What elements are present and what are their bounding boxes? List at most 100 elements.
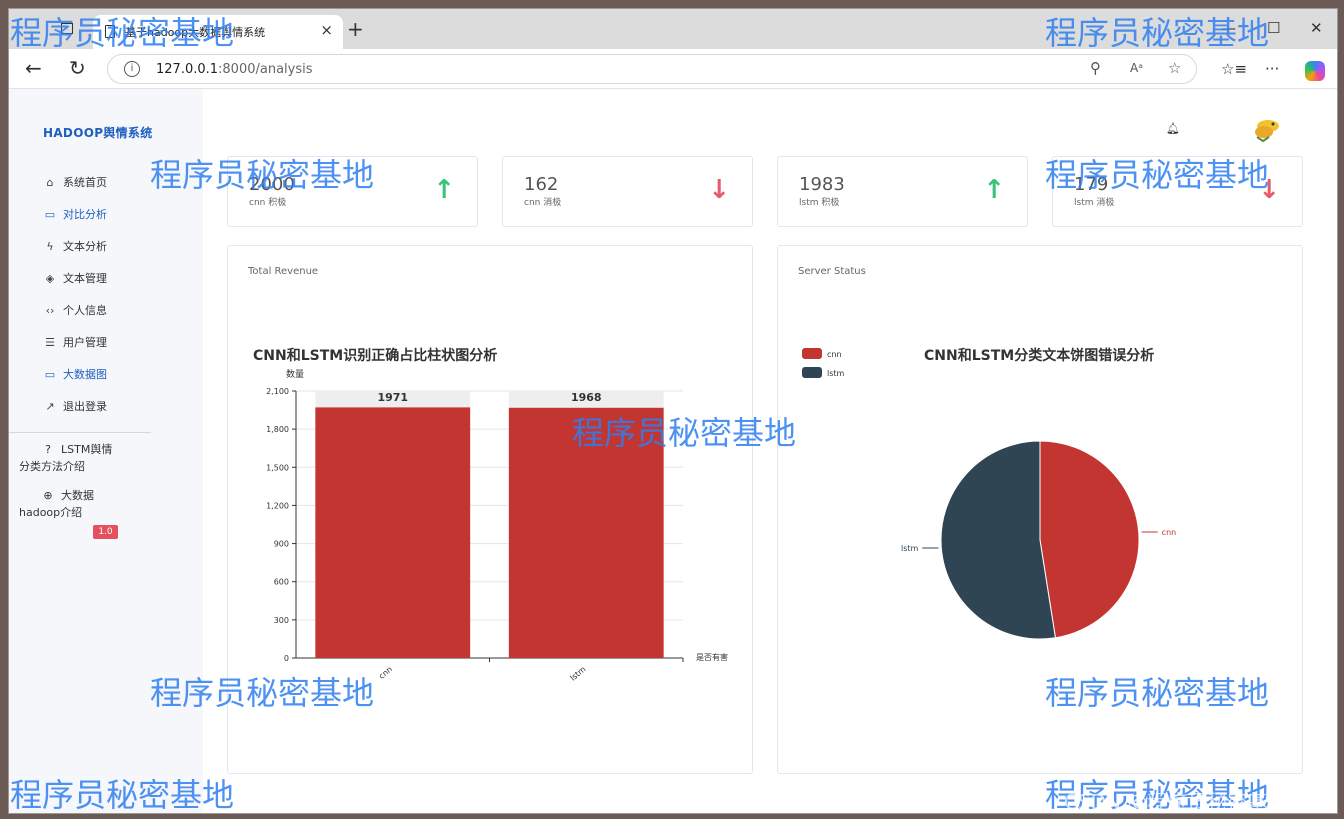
- y-tick-label: 300: [274, 616, 289, 625]
- y-tick-label: 2,100: [266, 387, 289, 396]
- zoom-icon[interactable]: ⚲: [1090, 59, 1101, 77]
- bar-chart: CNN和LSTM识别正确占比柱状图分析数量 0 300 600 900 1,200 1,50…: [253, 347, 728, 683]
- sidebar-item-4[interactable]: ‹› 个人信息: [43, 302, 107, 318]
- favorites-icon[interactable]: ☆≡: [1221, 60, 1247, 78]
- sidebar-item-6[interactable]: ▭ 大数据图: [43, 366, 107, 382]
- x-tick-label: lstm: [568, 665, 587, 683]
- sidebar-item-label: 退出登录: [63, 400, 107, 413]
- help-hadoop[interactable]: ⊕ 大数据 hadoop介绍: [19, 487, 94, 521]
- stat-value: 1983: [799, 174, 845, 195]
- y-tick-label: 1,800: [266, 425, 289, 434]
- url-input[interactable]: i 127.0.0.1:8000/analysis ⚲ Aᵃ ☆: [107, 54, 1197, 84]
- sidebar-item-label: 文本分析: [63, 240, 107, 253]
- bell-icon[interactable]: 🔔︎: [1166, 122, 1180, 135]
- new-tab-button[interactable]: +: [347, 17, 364, 41]
- sidebar: HADOOP舆情系统 ⌂ 系统首页 ▭ 对比分析 ϟ 文本分析 ◈ 文本管理 ‹› 个人信息 ☰ 用户…: [9, 89, 203, 813]
- question-icon: ?: [45, 443, 51, 456]
- bar-chart-panel: Total Revenue CNN和LSTM识别正确占比柱状图分析 数量 0 300 6…: [227, 245, 753, 774]
- y-tick-label: 900: [274, 540, 289, 549]
- browser-window: 基于hadoop大数据舆情系统 × + — ☐ ✕ ← ↻ i 127.0.0.…: [8, 8, 1338, 814]
- url-text: 127.0.0.1:8000/analysis: [156, 62, 313, 77]
- stat-card: 179 lstm 消极 ↓: [1052, 156, 1303, 227]
- sidebar-item-label: 个人信息: [63, 304, 107, 317]
- pie-label: lstm: [901, 544, 919, 553]
- help-lstm[interactable]: ? LSTM舆情 分类方法介绍: [19, 441, 112, 475]
- bar-data-label: 1968: [571, 391, 602, 404]
- arrow-up-icon: ↑: [433, 175, 455, 205]
- sidebar-item-1[interactable]: ▭ 对比分析: [43, 206, 107, 222]
- monitor-icon: ▭: [44, 368, 56, 381]
- bolt-icon: ϟ: [46, 240, 54, 253]
- stat-label: cnn 积极: [249, 198, 287, 208]
- sidebar-item-3[interactable]: ◈ 文本管理: [43, 270, 107, 286]
- read-aloud-icon[interactable]: Aᵃ: [1130, 61, 1143, 75]
- layers-icon: ◈: [45, 272, 55, 285]
- version-badge: 1.0: [93, 525, 118, 539]
- back-icon[interactable]: ←: [25, 56, 42, 80]
- home-icon: ⌂: [46, 176, 54, 189]
- stat-card: 2000 cnn 积极 ↑: [227, 156, 478, 227]
- stat-label: lstm 消极: [1074, 198, 1115, 208]
- pie-chart-panel: Server Status CNN和LSTM分类文本饼图错误分析 cnn lstm c…: [777, 245, 1303, 774]
- chart-title: CNN和LSTM识别正确占比柱状图分析: [253, 347, 497, 364]
- legend-label: lstm: [827, 369, 845, 378]
- brand-logo[interactable]: HADOOP舆情系统: [43, 124, 153, 141]
- code-icon: ‹›: [45, 304, 55, 317]
- favorite-star-icon[interactable]: ☆: [1168, 59, 1181, 77]
- pie-label: cnn: [1162, 528, 1177, 537]
- bar-lstm[interactable]: [508, 407, 664, 658]
- tab-title: 基于hadoop大数据舆情系统: [125, 26, 266, 39]
- x-tick-label: cnn: [377, 665, 394, 681]
- sidebar-divider: [9, 432, 151, 433]
- sidebar-item-2[interactable]: ϟ 文本分析: [43, 238, 107, 254]
- stat-card: 162 cnn 消极 ↓: [502, 156, 753, 227]
- arrow-down-icon: ↓: [708, 175, 730, 205]
- stat-label: lstm 积极: [799, 198, 840, 208]
- copilot-icon[interactable]: [1305, 61, 1325, 81]
- sidebar-item-label: 系统首页: [63, 176, 107, 189]
- x-axis-label: 是否有害: [696, 652, 728, 662]
- stat-value: 2000: [249, 174, 295, 195]
- maximize-icon[interactable]: ☐: [1267, 19, 1280, 37]
- close-window-icon[interactable]: ✕: [1310, 19, 1323, 37]
- stat-value: 179: [1074, 174, 1109, 195]
- pie-chart: CNN和LSTM分类文本饼图错误分析 cnn lstm cnn lstm: [802, 347, 1177, 640]
- reload-icon[interactable]: ↻: [69, 56, 86, 80]
- sidebar-item-5[interactable]: ☰ 用户管理: [43, 334, 107, 350]
- document-icon: [105, 25, 115, 38]
- monitor-icon: ▭: [44, 208, 56, 221]
- list-icon: ☰: [45, 336, 55, 349]
- stat-card: 1983 lstm 积极 ↑: [777, 156, 1028, 227]
- tab-bar: 基于hadoop大数据舆情系统 × + — ☐ ✕: [9, 9, 1337, 49]
- trend-icon: ↗: [45, 400, 55, 413]
- more-icon[interactable]: ···: [1265, 60, 1279, 78]
- csdn-watermark: CSDN @程序员秘密基地: [1064, 790, 1288, 814]
- sidebar-item-0[interactable]: ⌂ 系统首页: [43, 174, 108, 190]
- y-axis-label: 数量: [286, 368, 304, 380]
- site-info-icon[interactable]: i: [124, 61, 140, 77]
- bar-cnn[interactable]: [315, 407, 471, 658]
- arrow-up-icon: ↑: [983, 175, 1005, 205]
- address-bar: ← ↻ i 127.0.0.1:8000/analysis ⚲ Aᵃ ☆ ☆≡ …: [9, 49, 1337, 89]
- pie-slice-lstm[interactable]: [940, 440, 1057, 640]
- bar-data-label: 1971: [377, 391, 408, 404]
- y-tick-label: 1,500: [266, 463, 289, 472]
- avatar[interactable]: [1253, 117, 1281, 143]
- y-tick-label: 1,200: [266, 501, 289, 510]
- sidebar-item-label: 大数据图: [63, 368, 107, 381]
- stat-value: 162: [524, 174, 559, 195]
- pie-slice-cnn[interactable]: [1039, 440, 1140, 639]
- sidebar-item-label: 用户管理: [63, 336, 107, 349]
- y-tick-label: 0: [284, 654, 289, 663]
- arrow-down-icon: ↓: [1258, 175, 1280, 205]
- legend-swatch[interactable]: [802, 367, 822, 378]
- tab-actions-icon[interactable]: [61, 23, 73, 34]
- y-tick-label: 600: [274, 578, 289, 587]
- tab-active[interactable]: 基于hadoop大数据舆情系统 ×: [93, 15, 343, 49]
- chart-title: CNN和LSTM分类文本饼图错误分析: [924, 347, 1154, 364]
- tab-close-icon[interactable]: ×: [320, 21, 333, 39]
- sidebar-item-7[interactable]: ↗ 退出登录: [43, 398, 107, 414]
- legend-swatch[interactable]: [802, 348, 822, 359]
- minimize-icon[interactable]: —: [1221, 19, 1236, 37]
- stat-label: cnn 消极: [524, 198, 562, 208]
